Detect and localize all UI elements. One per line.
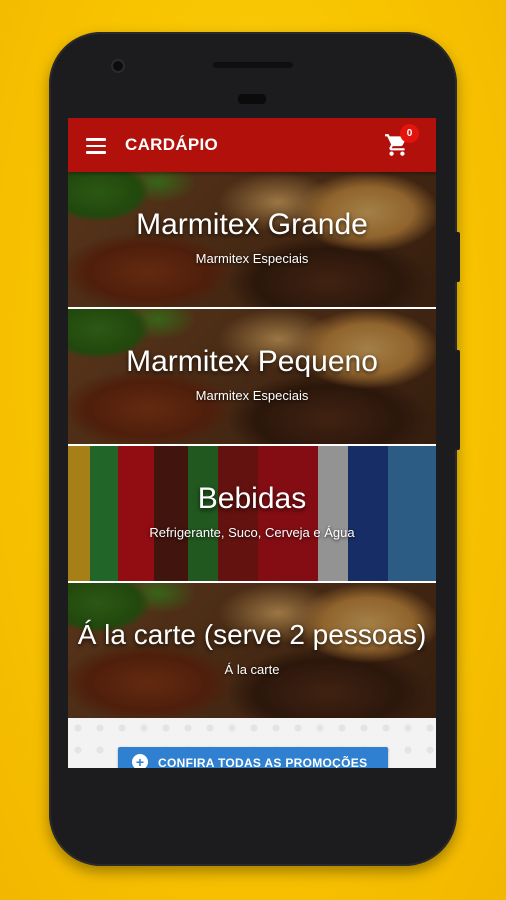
menu-card-marmitex-pequeno[interactable]: Marmitex Pequeno Marmitex Especiais [68,309,436,444]
promo-area: + CONFIRA TODAS AS PROMOÇÕES [68,718,436,768]
top-speaker [213,62,293,68]
power-button [455,350,460,450]
front-camera [113,61,123,71]
app-screen: CARDÁPIO 0 Marmitex Grande Marmitex Espe… [68,118,436,768]
earpiece [238,94,266,104]
promotions-button[interactable]: + CONFIRA TODAS AS PROMOÇÕES [118,747,388,768]
card-title: Bebidas [197,482,307,515]
cart-count-badge: 0 [400,124,419,143]
card-title: Marmitex Pequeno [126,345,378,378]
menu-card-a-la-carte[interactable]: Á la carte (serve 2 pessoas) Á la carte [68,583,436,718]
card-title: Á la carte (serve 2 pessoas) [77,619,427,650]
card-title: Marmitex Grande [136,208,368,241]
promotions-button-label: CONFIRA TODAS AS PROMOÇÕES [158,756,368,768]
menu-card-marmitex-grande[interactable]: Marmitex Grande Marmitex Especiais [68,172,436,307]
menu-card-bebidas[interactable]: Bebidas Refrigerante, Suco, Cerveja e Ág… [68,446,436,581]
card-subtitle: Marmitex Especiais [195,388,309,403]
app-bar: CARDÁPIO 0 [68,118,436,172]
plus-circle-icon: + [132,754,148,768]
card-subtitle: Marmitex Especiais [195,251,309,266]
card-subtitle: Á la carte [224,662,280,677]
card-subtitle: Refrigerante, Suco, Cerveja e Água [149,525,355,540]
volume-button [455,232,460,282]
hamburger-menu-icon[interactable] [86,138,106,154]
page-title: CARDÁPIO [125,135,219,154]
